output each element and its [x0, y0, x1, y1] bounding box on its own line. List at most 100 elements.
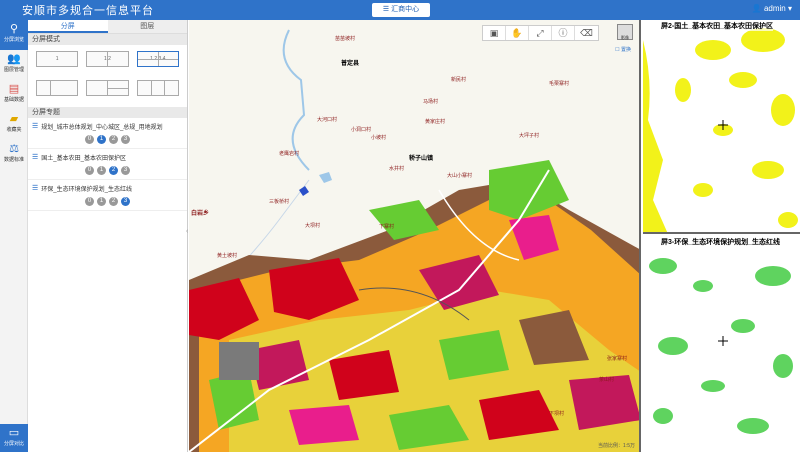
place-label: 白岩乡 — [191, 211, 210, 217]
app-title: 安顺市多规合一信息平台 — [22, 4, 154, 17]
screen-3-title: 屏3-环保_生态环境保护规划_生态红线 — [661, 237, 781, 247]
split-compare-button[interactable]: ▭ 分屏对比 — [0, 424, 28, 452]
page-dot[interactable]: 1 — [97, 166, 106, 175]
place-label: 茶山村 — [599, 377, 615, 383]
page-dot[interactable]: 2 — [109, 135, 118, 144]
page-dot[interactable]: 0 — [85, 135, 94, 144]
place-label: 老鹰岩村 — [279, 151, 300, 157]
nav-item-split-view[interactable]: ⚲ 分屏浏览 — [0, 20, 28, 50]
place-label: 大坝村 — [305, 223, 321, 229]
basemap-label: 影像 — [621, 35, 629, 40]
chevron-down-icon: ▾ — [787, 4, 792, 13]
list-icon: ☰ — [32, 185, 39, 192]
page-dot[interactable]: 1 — [97, 135, 106, 144]
user-icon: 👤 — [751, 4, 762, 13]
list-icon: ☰ — [32, 154, 39, 161]
place-label: 小洞口村 — [351, 127, 372, 133]
nav-item-base-data[interactable]: ▤ 基础数据 — [0, 80, 28, 110]
place-label: 水井村 — [389, 166, 405, 172]
nav-item-data-standard[interactable]: ⚖ 数据标准 — [0, 140, 28, 170]
nav-item-favorites[interactable]: ▰ 收藏夹 — [0, 110, 28, 140]
scale-icon: ⚖ — [9, 143, 19, 155]
mode-option[interactable] — [86, 80, 129, 96]
place-label: 黄家庄村 — [425, 119, 446, 125]
mode-single[interactable]: 1 — [36, 51, 79, 67]
monitor-icon: ▭ — [8, 427, 20, 439]
topic-label: 国土_基本农田_基本农田保护区 — [41, 155, 126, 162]
place-label: 大河口村 — [317, 117, 338, 123]
mode-double[interactable]: 1 2 — [86, 51, 129, 67]
place-label: 小坡村 — [371, 135, 387, 141]
info-icon[interactable]: ⓘ — [552, 26, 575, 40]
topic-pager: 0 1 2 3 — [32, 197, 183, 206]
screen-2-map[interactable]: 屏2-国土_基本农田_基本农田保护区 — [643, 20, 800, 234]
top-bar: 安顺市多规合一信息平台 ☰ 汇商中心 👤 admin ▾ — [0, 0, 800, 20]
place-label: 大山小寨村 — [447, 173, 473, 179]
main-map[interactable]: 普定县 轿子山镇 大河口村 小洞口村 马场村 苗苗坡村 新民村 小坡村 水井村 … — [189, 20, 641, 452]
nav-label: 基础数据 — [3, 97, 24, 103]
menu-icon: ☰ — [382, 6, 390, 13]
page-dot[interactable]: 2 — [109, 166, 118, 175]
topic-pager: 0 1 2 3 — [32, 135, 183, 144]
page-dot[interactable]: 3 — [121, 166, 130, 175]
place-label: 下寨村 — [379, 224, 395, 230]
eraser-icon[interactable]: ⌫ — [575, 26, 598, 40]
place-label: 苗苗坡村 — [335, 36, 356, 42]
nav-item-layer-manage[interactable]: 👥 图层管理 — [0, 50, 28, 80]
panel-tabs: 分屏 图层 — [28, 20, 187, 34]
mode-section-title: 分屏模式 — [28, 34, 187, 45]
user-menu[interactable]: 👤 admin ▾ — [752, 4, 792, 13]
hand-icon[interactable]: ✋ — [506, 26, 529, 40]
screen-3-map[interactable]: 屏3-环保_生态环境保护规划_生态红线 — [643, 236, 800, 452]
page-dot[interactable]: 0 — [85, 166, 94, 175]
mode-option[interactable] — [36, 80, 79, 96]
page-dot[interactable]: 1 — [97, 197, 106, 206]
topic-item[interactable]: ☰ 国土_基本农田_基本农田保护区 0 1 2 3 — [28, 149, 187, 180]
layers-icon: ▤ — [8, 83, 20, 95]
nav-bottom-label: 分屏对比 — [3, 441, 24, 447]
page-dot[interactable]: 2 — [109, 197, 118, 206]
nav-label: 图层管理 — [3, 67, 24, 73]
place-label: 马场村 — [423, 99, 439, 105]
briefcase-icon[interactable]: ▣ — [483, 26, 506, 40]
collapse-panel-icon[interactable]: ‹ — [186, 228, 188, 235]
topic-label: 规划_城市总体规划_中心城区_总规_用地规划 — [41, 124, 163, 131]
page-dot[interactable]: 0 — [85, 197, 94, 206]
center-menu-button[interactable]: ☰ 汇商中心 — [372, 3, 430, 17]
farmland-map — [643, 20, 800, 232]
user-name: admin — [763, 4, 786, 13]
nav-label: 分屏浏览 — [3, 37, 24, 43]
topic-label: 环保_生态环境保护规划_生态红线 — [41, 186, 132, 193]
topic-item[interactable]: ☰ 规划_城市总体规划_中心城区_总规_用地规划 0 1 2 3 — [28, 118, 187, 149]
topic-pager: 0 1 2 3 — [32, 166, 183, 175]
topic-section-title: 分屏专题 — [28, 107, 187, 118]
topic-item[interactable]: ☰ 环保_生态环境保护规划_生态红线 0 1 2 3 — [28, 180, 187, 211]
town-label: 轿子山镇 — [409, 156, 434, 162]
swap-label: 置换 — [620, 47, 631, 53]
mode-quad[interactable]: 1 2 3 4 — [136, 51, 179, 67]
list-icon: ☰ — [32, 123, 39, 130]
map-toolbar: ▣ ✋ ⤢ ⓘ ⌫ — [482, 25, 599, 41]
nav-label: 收藏夹 — [6, 127, 22, 133]
tab-layers[interactable]: 图层 — [107, 20, 187, 33]
fullscreen-icon[interactable]: ⤢ — [529, 26, 552, 40]
land-use-map — [189, 20, 639, 452]
screen-2-title: 屏2-国土_基本农田_基本农田保护区 — [661, 21, 774, 31]
scale-readout: 当前比例：1:5万 — [598, 443, 635, 449]
page-dot[interactable]: 3 — [121, 197, 130, 206]
map-share-icon: ⚲ — [9, 23, 19, 35]
place-label: 新民村 — [451, 77, 467, 83]
left-nav: ⚲ 分屏浏览 👥 图层管理 ▤ 基础数据 ▰ 收藏夹 ⚖ 数据标准 ▭ 分屏对比 — [0, 20, 28, 452]
mode-option[interactable] — [136, 80, 179, 96]
page-dot[interactable]: 3 — [121, 135, 130, 144]
mode-cell-label: 1 — [55, 56, 59, 62]
swap-checkbox[interactable]: ☐ 置换 — [615, 46, 631, 53]
place-label: 下坝村 — [549, 411, 565, 417]
tab-split[interactable]: 分屏 — [28, 20, 108, 33]
split-mode-grid: 1 1 2 1 2 3 4 — [28, 45, 187, 107]
place-label: 三板桥村 — [269, 199, 290, 205]
place-label: 张家寨村 — [607, 356, 628, 362]
place-label: 毛栗寨村 — [549, 81, 570, 87]
basemap-switch-button[interactable]: 影像 — [617, 24, 633, 40]
users-icon: 👥 — [7, 53, 21, 65]
